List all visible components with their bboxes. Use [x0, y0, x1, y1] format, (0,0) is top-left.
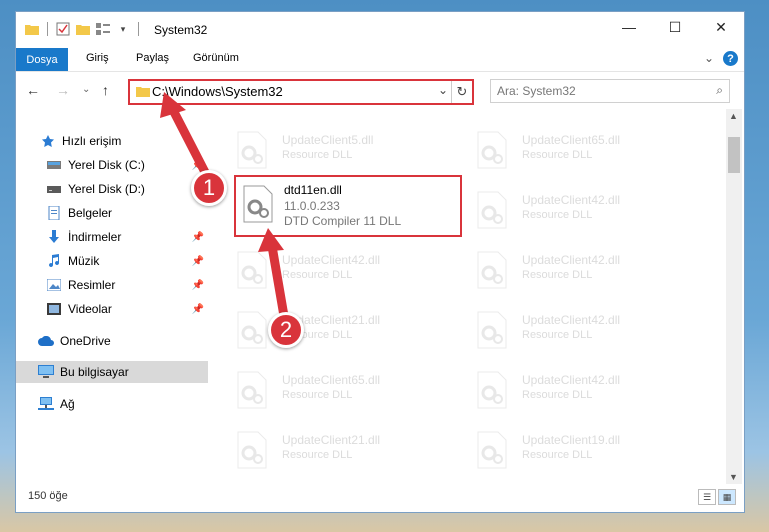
arrow-1 [160, 92, 213, 183]
annotation-arrows [160, 92, 289, 321]
step-marker-2: 2 [268, 312, 304, 348]
arrow-2 [258, 228, 289, 321]
step-marker-1: 1 [191, 170, 227, 206]
